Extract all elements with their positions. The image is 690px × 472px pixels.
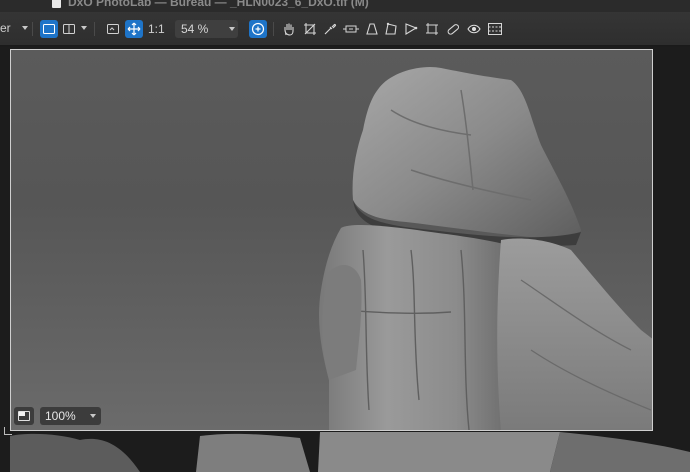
zoom-value: 54 %: [181, 22, 209, 36]
hand-icon: [284, 23, 294, 36]
local-adjustments-button[interactable]: [402, 20, 420, 38]
eyedropper-icon: [324, 23, 337, 35]
document-icon: [52, 0, 61, 8]
repair-tool-button[interactable]: [423, 20, 441, 38]
hand-tool-button[interactable]: [280, 20, 298, 38]
repair-icon: [426, 23, 438, 35]
volume-deformation-icon: [385, 22, 397, 35]
crop-tool-button[interactable]: [301, 20, 319, 38]
zoom-select[interactable]: 54 %: [175, 20, 238, 38]
overlay-zoom-value: 100%: [45, 409, 76, 423]
photo-overflow-area: [0, 432, 690, 472]
preview-toggle-button[interactable]: [465, 20, 483, 38]
divider: [94, 22, 95, 36]
move-button[interactable]: [125, 20, 143, 38]
chevron-down-icon[interactable]: [81, 26, 87, 30]
horizon-icon: [343, 25, 359, 33]
crop-frame-button[interactable]: [104, 20, 122, 38]
white-balance-picker-button[interactable]: [321, 20, 339, 38]
watermark-icon: [488, 23, 502, 35]
red-eye-tool-button[interactable]: [444, 20, 462, 38]
zoom-in-icon: [251, 22, 265, 36]
chevron-down-icon: [90, 414, 96, 418]
eye-icon: [467, 24, 481, 34]
watermark-tool-button[interactable]: [486, 20, 504, 38]
volume-deformation-button[interactable]: [382, 20, 400, 38]
navigator-icon: [18, 411, 30, 421]
compare-view-button[interactable]: [60, 20, 78, 38]
title-bar: DxO PhotoLab — Bureau — _HLN0023_6_DxO.t…: [0, 0, 690, 12]
workspace-menu-label[interactable]: er: [0, 21, 11, 35]
window-title: DxO PhotoLab — Bureau — _HLN0023_6_DxO.t…: [68, 0, 369, 9]
rock-overflow-image: [10, 432, 690, 472]
horizon-tool-button[interactable]: [341, 20, 361, 38]
perspective-tool-button[interactable]: [363, 20, 381, 38]
crop-icon: [304, 23, 316, 35]
toolbar: er 1:1 54 %: [0, 12, 690, 46]
move-icon: [127, 22, 141, 36]
one-to-one-button[interactable]: 1:1: [148, 22, 165, 36]
rock-formation-image: [319, 66, 652, 430]
chevron-down-icon: [229, 27, 235, 31]
resize-handle[interactable]: [4, 427, 12, 435]
perspective-icon: [366, 23, 378, 35]
photo-preview[interactable]: [10, 49, 653, 431]
single-view-button[interactable]: [40, 20, 58, 38]
single-view-icon: [43, 24, 55, 34]
red-eye-icon: [447, 24, 460, 35]
overlay-zoom-select[interactable]: 100%: [40, 407, 101, 425]
chevron-down-icon[interactable]: [22, 26, 28, 30]
crop-frame-icon: [107, 24, 119, 34]
local-adjustments-icon: [405, 23, 418, 35]
divider: [32, 22, 33, 36]
navigator-toggle-button[interactable]: [14, 407, 34, 425]
compare-view-icon: [63, 24, 75, 34]
divider: [273, 22, 274, 36]
zoom-in-button[interactable]: [249, 20, 267, 38]
